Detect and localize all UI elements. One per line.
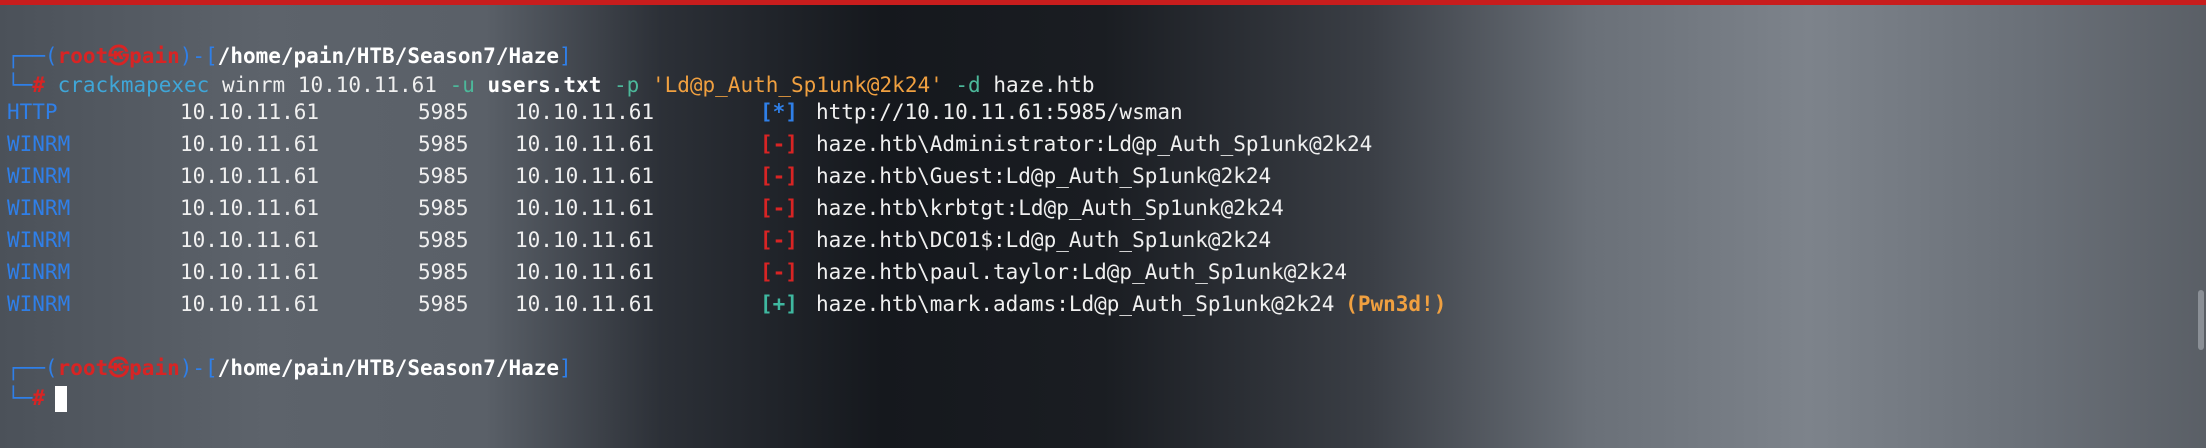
output-proto: WINRM xyxy=(7,164,71,188)
output-msg: haze.htb\DC01$:Ld@p_Auth_Sp1unk@2k24 xyxy=(816,228,1272,252)
output-host: 10.10.11.61 xyxy=(515,260,655,284)
output-status: [-] xyxy=(760,164,798,188)
prompt-hash: # xyxy=(32,73,45,97)
output-port: 5985 xyxy=(418,132,469,156)
output-host: 10.10.11.61 xyxy=(515,228,655,252)
input-line[interactable]: └─# xyxy=(7,382,67,414)
prompt-cwd: /home/pain/HTB/Season7/Haze xyxy=(217,44,560,68)
output-port: 5985 xyxy=(418,196,469,220)
output-host: 10.10.11.61 xyxy=(515,196,655,220)
prompt-host: pain xyxy=(129,356,180,380)
output-proto: WINRM xyxy=(7,228,71,252)
cmd-target: 10.10.11.61 xyxy=(297,73,437,97)
window-top-border xyxy=(0,0,2206,5)
output-msg: http://10.10.11.61:5985/wsman xyxy=(816,100,1183,124)
cmd-d-flag: -d xyxy=(955,73,981,97)
output-row: WINRM 10.10.11.61 5985 10.10.11.61 [-] haze.h… xyxy=(7,192,2107,224)
output-proto: WINRM xyxy=(7,292,71,316)
output-ip: 10.10.11.61 xyxy=(180,132,320,156)
output-proto: WINRM xyxy=(7,132,71,156)
output-row: HTTP 10.10.11.61 5985 10.10.11.61 [*] http://… xyxy=(7,96,2107,128)
output-ip: 10.10.11.61 xyxy=(180,228,320,252)
output-pwned-badge: (Pwn3d!) xyxy=(1345,292,1447,316)
prompt-user: root xyxy=(57,44,109,68)
output-status: [-] xyxy=(760,132,798,156)
output-ip: 10.10.11.61 xyxy=(180,100,320,124)
prompt-user: root xyxy=(57,356,109,380)
output-row: WINRM 10.10.11.61 5985 10.10.11.61 [-] haze.h… xyxy=(7,224,2107,256)
output-status: [+] xyxy=(760,292,798,316)
cmd-u-flag: -u xyxy=(449,73,475,97)
output-msg: haze.htb\Guest:Ld@p_Auth_Sp1unk@2k24 xyxy=(816,164,1272,188)
output-msg: haze.htb\Administrator:Ld@p_Auth_Sp1unk@… xyxy=(816,132,1373,156)
prompt-line-2: ┌──(root㉿pain)-[/home/pain/HTB/Season7/H… xyxy=(7,356,572,380)
scrollbar[interactable] xyxy=(2198,290,2204,350)
output-status: [-] xyxy=(760,260,798,284)
output-port: 5985 xyxy=(418,292,469,316)
output-host: 10.10.11.61 xyxy=(515,132,655,156)
cmd-sub: winrm xyxy=(221,73,286,97)
output-proto: WINRM xyxy=(7,196,71,220)
output-status: [-] xyxy=(760,196,798,220)
prompt-host: pain xyxy=(129,44,180,68)
cmd-u-val: users.txt xyxy=(487,73,602,97)
output-ip: 10.10.11.61 xyxy=(180,196,320,220)
output-port: 5985 xyxy=(418,164,469,188)
output-ip: 10.10.11.61 xyxy=(180,292,320,316)
output-host: 10.10.11.61 xyxy=(515,100,655,124)
cmd-d-val: haze.htb xyxy=(993,73,1095,97)
output-port: 5985 xyxy=(418,260,469,284)
cursor xyxy=(54,386,67,412)
cmd-p-flag: -p xyxy=(614,73,640,97)
prompt-at-symbol: ㉿ xyxy=(108,44,130,68)
output-msg: haze.htb\krbtgt:Ld@p_Auth_Sp1unk@2k24 xyxy=(816,196,1284,220)
output-msg: haze.htb\mark.adams:Ld@p_Auth_Sp1unk@2k2… xyxy=(816,292,1335,316)
output-ip: 10.10.11.61 xyxy=(180,164,320,188)
output-row: WINRM 10.10.11.61 5985 10.10.11.61 [-] haze.h… xyxy=(7,256,2107,288)
output-row: WINRM 10.10.11.61 5985 10.10.11.61 [-] haze.h… xyxy=(7,160,2107,192)
cmd-bin: crackmapexec xyxy=(57,73,210,97)
prompt-at-symbol: ㉿ xyxy=(108,356,130,380)
output-status: [-] xyxy=(760,228,798,252)
prompt-cwd: /home/pain/HTB/Season7/Haze xyxy=(217,356,560,380)
prompt-hash: # xyxy=(32,386,45,410)
output-proto: WINRM xyxy=(7,260,71,284)
output-row: WINRM 10.10.11.61 5985 10.10.11.61 [+] haze.h… xyxy=(7,288,2107,320)
output-port: 5985 xyxy=(418,100,469,124)
output-host: 10.10.11.61 xyxy=(515,164,655,188)
output-msg: haze.htb\paul.taylor:Ld@p_Auth_Sp1unk@2k… xyxy=(816,260,1348,284)
output-status: [*] xyxy=(760,100,798,124)
output-host: 10.10.11.61 xyxy=(515,292,655,316)
output-proto: HTTP xyxy=(7,100,58,124)
cmd-p-val: 'Ld@p_Auth_Sp1unk@2k24' xyxy=(651,73,943,97)
output-port: 5985 xyxy=(418,228,469,252)
output-row: WINRM 10.10.11.61 5985 10.10.11.61 [-] haze.h… xyxy=(7,128,2107,160)
prompt-line-1: ┌──(root㉿pain)-[/home/pain/HTB/Season7/H… xyxy=(7,44,572,68)
output-ip: 10.10.11.61 xyxy=(180,260,320,284)
